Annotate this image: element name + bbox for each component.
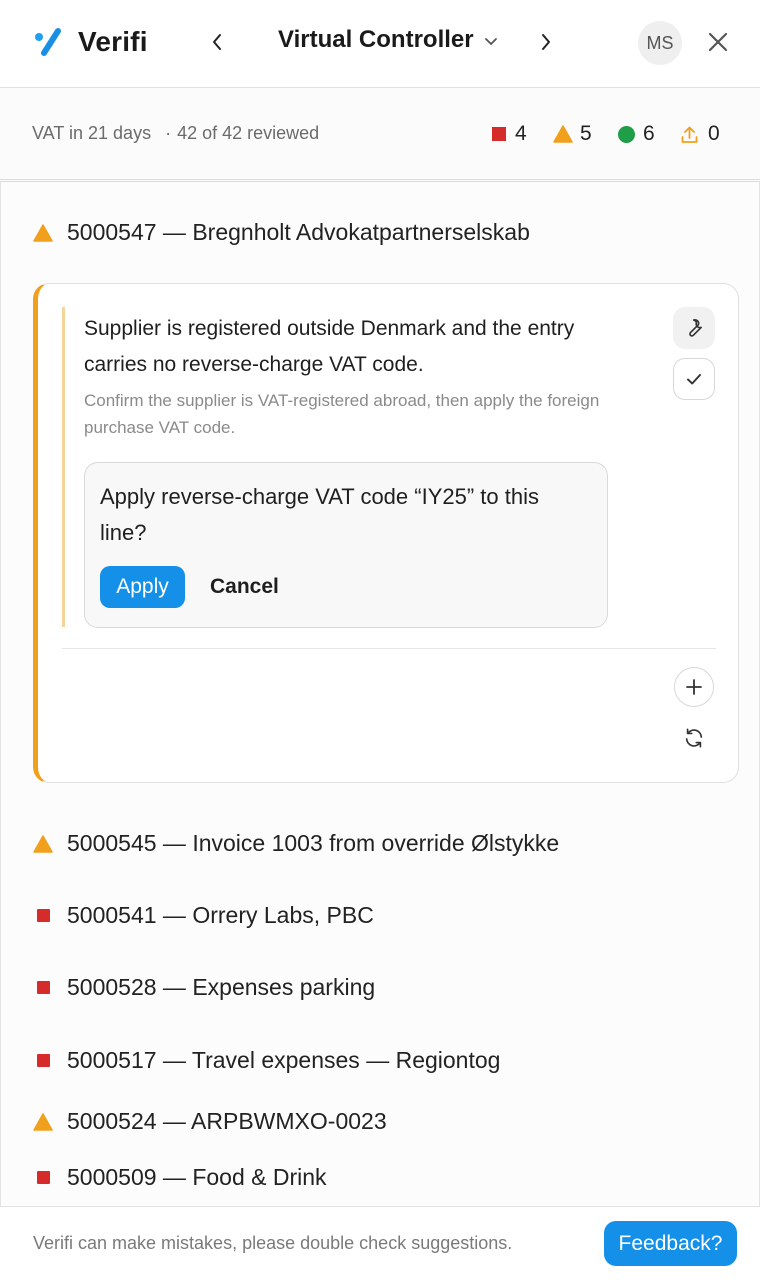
- warning-triangle-icon: [32, 222, 54, 244]
- reviewed-text: 42 of 42 reviewed: [177, 123, 320, 143]
- apply-button[interactable]: Apply: [100, 566, 185, 608]
- list-item-label: 5000524 — ARPBWMXO-0023: [67, 1108, 387, 1134]
- fix-button[interactable]: [673, 307, 715, 349]
- success-count[interactable]: 6: [618, 122, 655, 146]
- verifi-logo-icon: [34, 27, 64, 57]
- list-item[interactable]: 5000509 — Food & Drink: [32, 1164, 327, 1191]
- list-item-label: 5000517 — Travel expenses — Regiontog: [67, 1047, 501, 1073]
- list-item[interactable]: 5000528 — Expenses parking: [32, 974, 375, 1001]
- controller-selector[interactable]: Virtual Controller: [278, 26, 498, 54]
- list-item[interactable]: 5000517 — Travel expenses — Regiontog: [32, 1047, 500, 1074]
- warning-triangle-icon: [32, 1111, 54, 1133]
- vat-due-text: VAT in 21 days: [32, 123, 152, 143]
- confirm-question: Apply reverse-charge VAT code “IY25” to …: [100, 484, 539, 545]
- chevron-right-icon: [542, 34, 550, 50]
- error-square-icon: [492, 127, 506, 141]
- active-item-label: 5000547 — Bregnholt Advokatpartnerselska…: [67, 219, 530, 245]
- status-summary: VAT in 21 days · 42 of 42 reviewed: [32, 123, 319, 144]
- chevron-down-icon: [484, 38, 497, 45]
- error-count-value: 4: [515, 122, 527, 145]
- close-icon: [708, 32, 728, 52]
- warning-count-value: 5: [580, 122, 592, 145]
- disclaimer-text: Verifi can make mistakes, please double …: [33, 1233, 513, 1253]
- list-item[interactable]: 5000545 — Invoice 1003 from override Øls…: [32, 830, 559, 857]
- issue-message: Supplier is registered outside Denmark a…: [84, 317, 575, 376]
- error-count[interactable]: 4: [492, 122, 527, 146]
- check-icon: [687, 374, 701, 385]
- feedback-button[interactable]: Feedback?: [604, 1221, 737, 1266]
- close-button[interactable]: [703, 27, 733, 57]
- upload-count-value: 0: [708, 122, 720, 145]
- list-item-label: 5000541 — Orrery Labs, PBC: [67, 902, 374, 928]
- page-title: Virtual Controller: [278, 26, 474, 53]
- warning-count[interactable]: 5: [553, 122, 592, 146]
- cancel-button[interactable]: Cancel: [203, 566, 286, 608]
- list-item[interactable]: 5000524 — ARPBWMXO-0023: [32, 1108, 387, 1135]
- list-item-label: 5000528 — Expenses parking: [67, 974, 376, 1000]
- error-square-icon: [32, 1167, 54, 1189]
- list-item-label: 5000545 — Invoice 1003 from override Øls…: [67, 830, 560, 856]
- next-button[interactable]: [532, 27, 560, 57]
- issue-accent-bar: [62, 307, 65, 627]
- refresh-icon: [685, 728, 703, 748]
- error-square-icon: [32, 977, 54, 999]
- upload-count[interactable]: 0: [680, 122, 720, 146]
- success-count-value: 6: [643, 122, 655, 145]
- upload-icon: [681, 126, 698, 143]
- mark-resolved-button[interactable]: [673, 358, 715, 400]
- previous-button[interactable]: [203, 27, 231, 57]
- error-square-icon: [32, 1050, 54, 1072]
- card-divider: [62, 648, 716, 649]
- refresh-button[interactable]: [674, 718, 714, 758]
- success-dot-icon: [618, 125, 635, 143]
- warning-triangle-icon: [32, 833, 54, 855]
- issue-hint: Confirm the supplier is VAT-registered a…: [84, 391, 600, 437]
- active-item-row[interactable]: 5000547 — Bregnholt Advokatpartnerselska…: [32, 219, 530, 246]
- status-separator: ·: [165, 123, 172, 143]
- warning-triangle-icon: [553, 125, 573, 143]
- chevron-left-icon: [213, 34, 221, 50]
- list-item-label: 5000509 — Food & Drink: [67, 1164, 327, 1190]
- add-button[interactable]: [674, 667, 714, 707]
- avatar[interactable]: MS: [638, 21, 682, 65]
- list-item[interactable]: 5000541 — Orrery Labs, PBC: [32, 902, 374, 929]
- wrench-icon: [689, 319, 702, 337]
- app-name: Verifi: [78, 26, 148, 57]
- error-square-icon: [32, 905, 54, 927]
- header: Verifi Virtual Controller MS: [0, 0, 760, 88]
- logo: Verifi: [34, 26, 148, 58]
- plus-icon: [686, 679, 702, 695]
